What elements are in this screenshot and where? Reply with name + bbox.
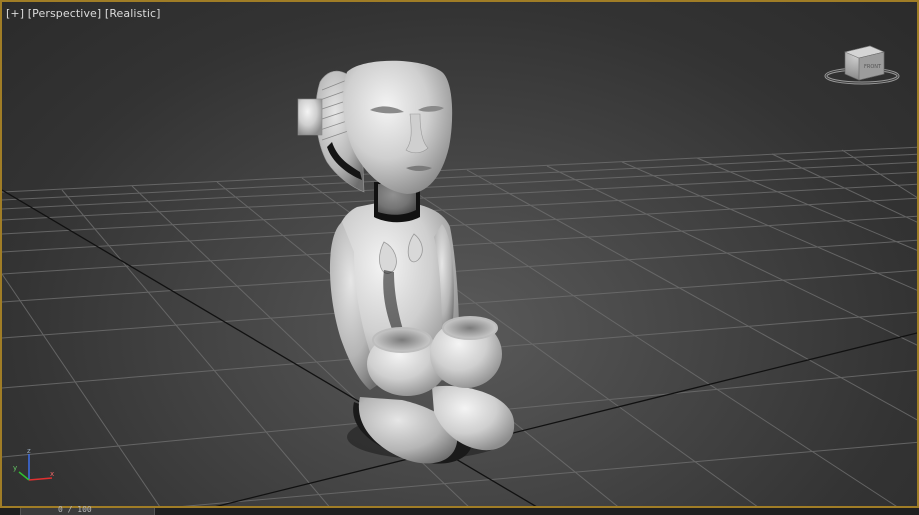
- viewcube-front-label: FRONT: [864, 64, 882, 70]
- time-slider-bar[interactable]: 0 / 100: [0, 505, 919, 515]
- perspective-viewport[interactable]: FRONT z x y [+] [Perspective] [Realistic…: [0, 0, 919, 508]
- axis-tripod-icon: z x y: [13, 447, 54, 481]
- scene-canvas[interactable]: FRONT z x y: [2, 2, 919, 508]
- viewport-shading-menu[interactable]: [Realistic]: [105, 7, 161, 20]
- axis-y-label: y: [13, 464, 17, 472]
- viewport-point-of-view-menu[interactable]: [Perspective]: [28, 7, 102, 20]
- axis-x-label: x: [50, 470, 54, 478]
- axis-z-label: z: [27, 447, 31, 455]
- viewcube-icon[interactable]: FRONT: [824, 45, 900, 85]
- viewport-general-menu[interactable]: [+]: [6, 7, 24, 20]
- time-slider-frame-label: 0 / 100: [58, 505, 92, 514]
- viewport-label: [+] [Perspective] [Realistic]: [6, 7, 161, 20]
- statue-model[interactable]: [297, 60, 515, 464]
